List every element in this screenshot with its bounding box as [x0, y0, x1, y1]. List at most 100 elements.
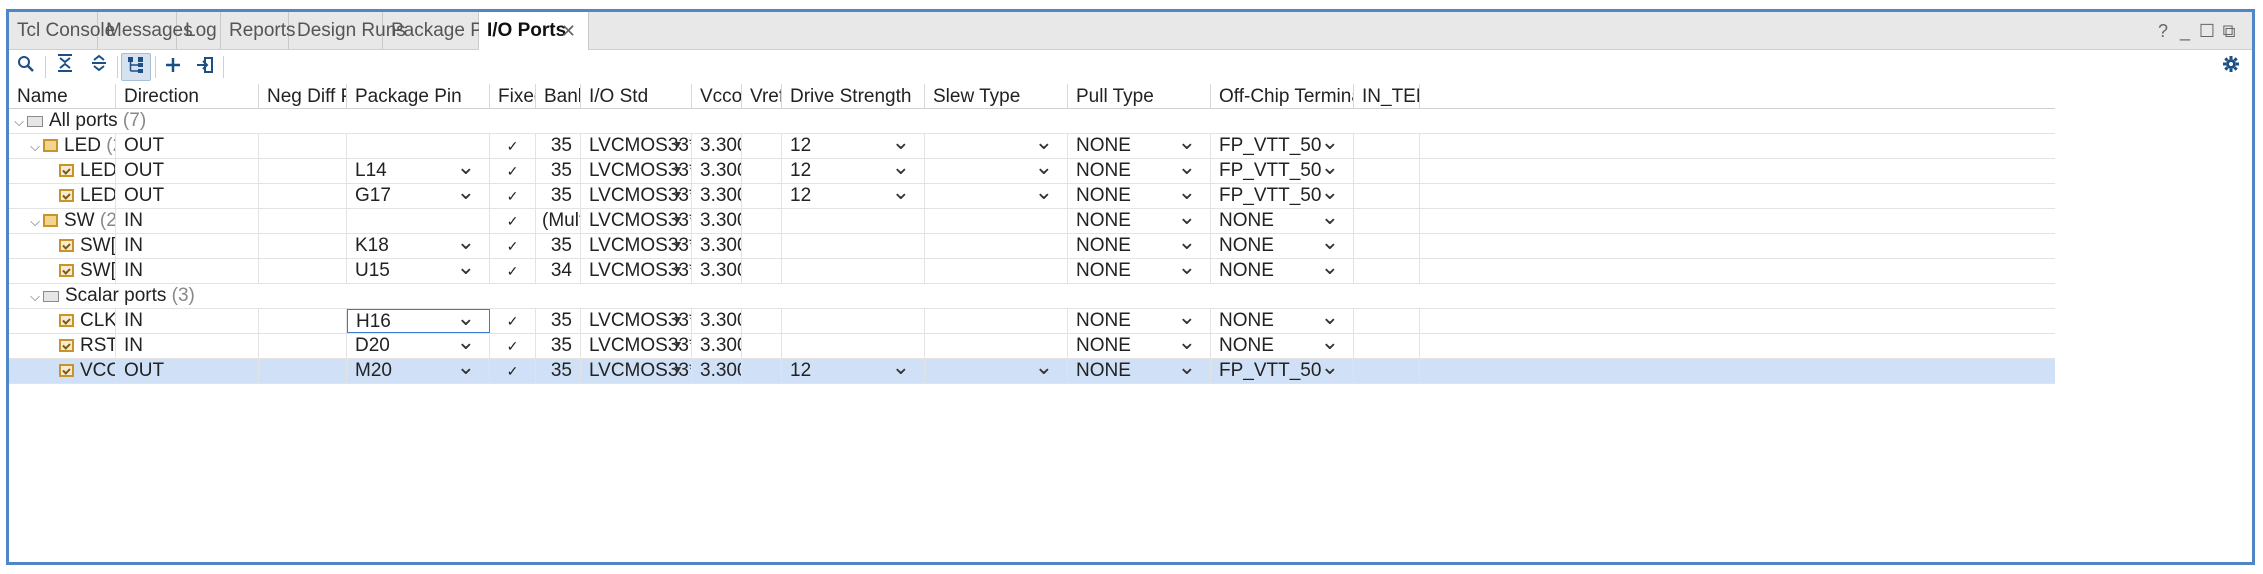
chevron-down-icon[interactable]: ⌄	[457, 159, 475, 178]
cell-slew[interactable]	[925, 334, 1068, 358]
cell-drive[interactable]	[782, 334, 925, 358]
cell-fixed[interactable]: ✓	[490, 159, 536, 183]
search-icon[interactable]	[11, 53, 41, 81]
column-header-in-term[interactable]: IN_TERM	[1354, 84, 1420, 109]
cell-fixed[interactable]: ✓	[490, 334, 536, 358]
chevron-down-icon[interactable]: ⌄	[457, 234, 475, 253]
collapse-all-icon[interactable]	[50, 53, 80, 81]
cell-slew[interactable]: ⌄	[925, 184, 1068, 208]
dropdown-arrow-icon[interactable]: ▾	[675, 159, 681, 181]
column-header-bank[interactable]: Bank	[536, 84, 581, 109]
cell-package-pin[interactable]: U15 ⌄	[347, 259, 490, 283]
chevron-down-icon[interactable]: ⌄	[1321, 134, 1339, 153]
cell-drive[interactable]: 12 ⌄	[782, 359, 925, 383]
cell-io-std[interactable]: LVCMOS33* ▾	[581, 334, 692, 358]
column-header-drive-strength[interactable]: Drive Strength	[782, 84, 925, 109]
chevron-down-icon[interactable]: ⌄	[1035, 359, 1053, 378]
cell-package-pin[interactable]: M20 ⌄	[347, 359, 490, 383]
chevron-down-icon[interactable]: ⌄	[1035, 184, 1053, 203]
cell-io-std[interactable]: LVCMOS33* ▾	[581, 184, 692, 208]
cell-package-pin[interactable]	[347, 134, 490, 158]
table-row[interactable]: ⌵ Scalar ports (3)	[9, 284, 2055, 309]
tab-messages[interactable]: Messages	[98, 12, 193, 49]
cell-package-pin[interactable]: K18 ⌄	[347, 234, 490, 258]
cell-pull[interactable]: NONE ⌄	[1068, 259, 1211, 283]
cell-drive[interactable]	[782, 259, 925, 283]
cell-pull[interactable]: NONE ⌄	[1068, 134, 1211, 158]
table-row[interactable]: RST IN D20 ⌄ ✓ 35 LVCMOS33*▾ 3.300 NONE ⌄ NONE ⌄	[9, 334, 2055, 359]
cell-io-std[interactable]: LVCMOS33* ▾	[581, 359, 692, 383]
cell-offchip[interactable]: FP_VTT_50 ⌄	[1211, 359, 1354, 383]
table-row[interactable]: CLK IN H16 ⌄ ✓ 35 LVCMOS33*▾ 3.300 NONE ⌄ NONE ⌄	[9, 309, 2055, 334]
table-row[interactable]: LED[1] OUT L14 ⌄ ✓ 35 LVCMOS33*▾ 3.300 12 ⌄ ⌄ NONE ⌄…	[9, 159, 2055, 184]
cell-pull[interactable]: NONE ⌄	[1068, 334, 1211, 358]
cell-pull[interactable]: NONE ⌄	[1068, 209, 1211, 233]
cell-fixed[interactable]: ✓	[490, 234, 536, 258]
cell-offchip[interactable]: NONE ⌄	[1211, 234, 1354, 258]
chevron-down-icon[interactable]: ⌄	[457, 310, 475, 329]
cell-drive[interactable]: 12 ⌄	[782, 134, 925, 158]
chevron-down-icon[interactable]: ⌄	[1321, 309, 1339, 328]
cell-slew[interactable]	[925, 259, 1068, 283]
dropdown-arrow-icon[interactable]: ▾	[675, 334, 681, 356]
add-icon[interactable]	[158, 53, 188, 81]
chevron-down-icon[interactable]: ⌄	[1035, 159, 1053, 178]
cell-fixed[interactable]: ✓	[490, 134, 536, 158]
chevron-down-icon[interactable]: ⌄	[1035, 134, 1053, 153]
chevron-down-icon[interactable]: ⌵	[27, 210, 43, 233]
dropdown-arrow-icon[interactable]: ▾	[675, 359, 681, 381]
tab-io-ports[interactable]: I/O Ports ✕	[479, 12, 589, 50]
column-header-slew-type[interactable]: Slew Type	[925, 84, 1068, 109]
chevron-down-icon[interactable]: ⌄	[457, 359, 475, 378]
chevron-down-icon[interactable]: ⌵	[27, 135, 43, 158]
restore-icon[interactable]: ⧉	[2218, 12, 2240, 50]
cell-slew[interactable]: ⌄	[925, 359, 1068, 383]
tab-log[interactable]: Log	[177, 12, 221, 49]
column-header-fixed[interactable]: Fixed	[490, 84, 536, 109]
chevron-down-icon[interactable]: ⌄	[457, 259, 475, 278]
chevron-down-icon[interactable]: ⌄	[1321, 159, 1339, 178]
chevron-down-icon[interactable]: ⌄	[457, 334, 475, 353]
chevron-down-icon[interactable]: ⌄	[892, 159, 910, 178]
chevron-down-icon[interactable]: ⌄	[1178, 234, 1196, 253]
chevron-down-icon[interactable]: ⌵	[11, 110, 27, 133]
column-header-off-chip-termination[interactable]: Off-Chip Termination	[1211, 84, 1354, 109]
table-row[interactable]: ⌵ All ports (7)	[9, 109, 2055, 134]
cell-pull[interactable]: NONE ⌄	[1068, 184, 1211, 208]
chevron-down-icon[interactable]: ⌄	[1321, 334, 1339, 353]
chevron-down-icon[interactable]: ⌄	[1178, 309, 1196, 328]
chevron-down-icon[interactable]: ⌄	[1178, 184, 1196, 203]
cell-drive[interactable]	[782, 309, 925, 333]
cell-io-std[interactable]: LVCMOS33* ▾	[581, 259, 692, 283]
export-icon[interactable]	[190, 53, 220, 81]
tab-package-pins[interactable]: Package Pins	[383, 12, 507, 49]
dropdown-arrow-icon[interactable]: ▾	[675, 209, 681, 231]
chevron-down-icon[interactable]: ⌄	[1178, 209, 1196, 228]
cell-package-pin[interactable]	[347, 209, 490, 233]
cell-pull[interactable]: NONE ⌄	[1068, 159, 1211, 183]
table-row[interactable]: VCCOUTM20⌄✓35LVCMOS33*▾3.30012⌄⌄NONE⌄FP_…	[9, 359, 2055, 384]
help-icon[interactable]: ?	[2152, 12, 2174, 50]
cell-package-pin[interactable]: H16 ⌄	[347, 309, 490, 333]
cell-pull[interactable]: NONE ⌄	[1068, 309, 1211, 333]
chevron-down-icon[interactable]: ⌄	[1321, 259, 1339, 278]
column-header-direction[interactable]: Direction	[116, 84, 259, 109]
column-header-vref[interactable]: Vref	[742, 84, 782, 109]
cell-fixed[interactable]: ✓	[490, 259, 536, 283]
cell-offchip[interactable]: NONE ⌄	[1211, 309, 1354, 333]
chevron-down-icon[interactable]: ⌄	[1321, 359, 1339, 378]
tab-reports[interactable]: Reports	[221, 12, 296, 49]
tab-design-runs[interactable]: Design Runs	[289, 12, 406, 49]
maximize-icon[interactable]: ☐	[2196, 12, 2218, 50]
cell-package-pin[interactable]: G17 ⌄	[347, 184, 490, 208]
chevron-down-icon[interactable]: ⌄	[892, 359, 910, 378]
cell-offchip[interactable]: FP_VTT_50 ⌄	[1211, 184, 1354, 208]
cell-fixed[interactable]: ✓	[490, 184, 536, 208]
table-row[interactable]: ⌵ SW (2) IN ✓ (Multiple)LVCMOS33*▾ 3.300 NONE ⌄…	[9, 209, 2055, 234]
chevron-down-icon[interactable]: ⌄	[1321, 209, 1339, 228]
chevron-down-icon[interactable]: ⌄	[1178, 359, 1196, 378]
group-by-bus-icon[interactable]	[121, 53, 151, 81]
cell-io-std[interactable]: LVCMOS33* ▾	[581, 234, 692, 258]
chevron-down-icon[interactable]: ⌄	[892, 184, 910, 203]
cell-io-std[interactable]: LVCMOS33* ▾	[581, 309, 692, 333]
